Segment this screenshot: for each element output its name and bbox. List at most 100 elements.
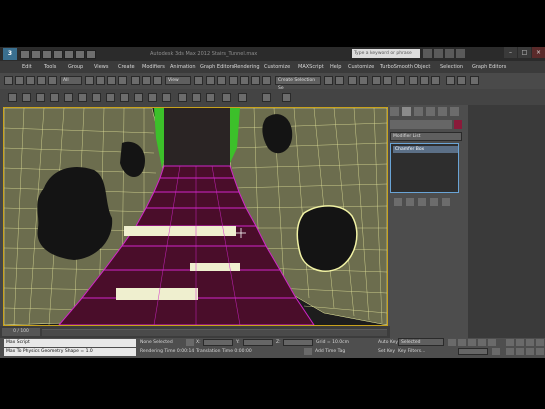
previous-frame-icon[interactable] bbox=[458, 339, 466, 346]
go-to-end-icon[interactable] bbox=[206, 93, 215, 102]
undo-icon[interactable] bbox=[4, 76, 13, 85]
teapot-icon[interactable] bbox=[120, 93, 129, 102]
maximize-button[interactable]: □ bbox=[518, 47, 531, 58]
arc-rotate-icon[interactable] bbox=[282, 93, 291, 102]
menu-graph-editors[interactable]: Graph Editors bbox=[200, 61, 234, 73]
timeline-track[interactable] bbox=[42, 329, 387, 336]
help-icon[interactable] bbox=[470, 76, 479, 85]
maximize-viewport-icon[interactable] bbox=[106, 93, 115, 102]
pan-icon[interactable] bbox=[8, 93, 17, 102]
zoom-region-icon[interactable] bbox=[238, 93, 247, 102]
play-animation-icon[interactable] bbox=[468, 339, 476, 346]
time-tag-icon[interactable] bbox=[304, 348, 312, 355]
scene-explorer-icon[interactable] bbox=[457, 76, 466, 85]
rendered-frame-window-icon[interactable] bbox=[420, 76, 429, 85]
go-to-end-icon[interactable] bbox=[488, 339, 496, 346]
menu-edit[interactable]: Edit bbox=[22, 61, 32, 73]
menu-animation[interactable]: Animation bbox=[170, 61, 196, 73]
z-coordinate-field[interactable] bbox=[283, 339, 313, 346]
menu-maxscript[interactable]: MAXScript bbox=[298, 61, 324, 73]
maximize-viewport-toggle-icon[interactable] bbox=[536, 348, 544, 355]
snaps-toggle-icon[interactable] bbox=[229, 76, 238, 85]
time-configuration-icon[interactable] bbox=[492, 348, 500, 355]
menu-object[interactable]: Object bbox=[414, 61, 430, 73]
menu-create[interactable]: Create bbox=[118, 61, 135, 73]
unlink-icon[interactable] bbox=[37, 76, 46, 85]
rotate-icon[interactable] bbox=[142, 76, 151, 85]
spinner-snap-icon[interactable] bbox=[262, 76, 271, 85]
window-crossing-icon[interactable] bbox=[118, 76, 127, 85]
menu-turbosmooth[interactable]: TurboSmooth bbox=[380, 61, 413, 73]
close-button[interactable]: × bbox=[532, 47, 545, 58]
scale-icon[interactable] bbox=[153, 76, 162, 85]
redo-icon[interactable] bbox=[15, 76, 24, 85]
redo-icon[interactable] bbox=[64, 50, 74, 59]
fetch-icon[interactable] bbox=[86, 50, 96, 59]
help-icon[interactable] bbox=[456, 49, 465, 58]
walk-through-icon[interactable] bbox=[92, 93, 101, 102]
search-icon[interactable] bbox=[423, 49, 432, 58]
go-to-start-icon[interactable] bbox=[448, 339, 456, 346]
named-selection-dropdown[interactable]: Create Selection Se bbox=[275, 76, 321, 91]
align-icon[interactable] bbox=[335, 76, 344, 85]
maxscript-listener-line2[interactable]: Max To Physics Geometry Shape = 1.0 bbox=[4, 348, 136, 356]
zoom-all-viewports-icon[interactable] bbox=[516, 339, 524, 346]
field-of-view-icon[interactable] bbox=[506, 348, 514, 355]
motion-tab-icon[interactable] bbox=[426, 107, 435, 116]
render-production-icon[interactable] bbox=[431, 76, 440, 85]
percent-snap-icon[interactable] bbox=[251, 76, 260, 85]
add-time-tag[interactable]: Add Time Tag bbox=[315, 348, 345, 356]
app-logo[interactable]: 3 bbox=[3, 48, 17, 60]
material-icon[interactable] bbox=[134, 93, 143, 102]
orbit-icon[interactable] bbox=[78, 93, 87, 102]
zoom-viewport-icon[interactable] bbox=[506, 339, 514, 346]
time-slider[interactable]: 0 / 100 bbox=[2, 328, 40, 336]
menu-help[interactable]: Help bbox=[330, 61, 341, 73]
pin-stack-icon[interactable] bbox=[394, 198, 402, 206]
open-file-icon[interactable] bbox=[31, 50, 41, 59]
pan-view-icon[interactable] bbox=[516, 348, 524, 355]
menu-customize-2[interactable]: Customize bbox=[348, 61, 374, 73]
current-frame-field[interactable] bbox=[458, 348, 488, 355]
menu-tools[interactable]: Tools bbox=[44, 61, 56, 73]
menu-group[interactable]: Group bbox=[68, 61, 83, 73]
save-file-icon[interactable] bbox=[42, 50, 52, 59]
pivot-center-icon[interactable] bbox=[194, 76, 203, 85]
configure-modifier-sets-icon[interactable] bbox=[442, 198, 450, 206]
undo-icon[interactable] bbox=[53, 50, 63, 59]
zoom-icon[interactable] bbox=[22, 93, 31, 102]
orbit-icon[interactable] bbox=[526, 348, 534, 355]
remove-modifier-icon[interactable] bbox=[430, 198, 438, 206]
menu-selection[interactable]: Selection bbox=[440, 61, 463, 73]
layer-manager-icon[interactable] bbox=[348, 76, 357, 85]
make-unique-icon[interactable] bbox=[418, 198, 426, 206]
perspective-viewport[interactable] bbox=[3, 107, 388, 326]
hold-icon[interactable] bbox=[75, 50, 85, 59]
select-manipulate-icon[interactable] bbox=[206, 76, 215, 85]
play-icon[interactable] bbox=[192, 93, 201, 102]
lights-icon[interactable] bbox=[148, 93, 157, 102]
go-to-start-icon[interactable] bbox=[178, 93, 187, 102]
modify-tab-icon[interactable] bbox=[402, 107, 411, 116]
mirror-icon[interactable] bbox=[324, 76, 333, 85]
object-name-field[interactable] bbox=[390, 120, 452, 129]
schematic-view-icon[interactable] bbox=[383, 76, 392, 85]
selection-filter-dropdown[interactable]: All bbox=[60, 76, 82, 85]
move-icon[interactable] bbox=[131, 76, 140, 85]
hierarchy-tab-icon[interactable] bbox=[414, 107, 423, 116]
modifier-list-dropdown[interactable]: Modifier List bbox=[390, 132, 462, 141]
time-config-icon[interactable] bbox=[222, 93, 231, 102]
select-link-icon[interactable] bbox=[26, 76, 35, 85]
bind-space-warp-icon[interactable] bbox=[48, 76, 57, 85]
search-input[interactable]: Type a keyword or phrase bbox=[352, 49, 420, 58]
hand-icon[interactable] bbox=[262, 93, 271, 102]
field-of-view-icon[interactable] bbox=[64, 93, 73, 102]
menu-modifiers[interactable]: Modifiers bbox=[142, 61, 165, 73]
zoom-extents-icon[interactable] bbox=[526, 339, 534, 346]
new-file-icon[interactable] bbox=[20, 50, 30, 59]
menu-views[interactable]: Views bbox=[94, 61, 108, 73]
select-by-name-icon[interactable] bbox=[96, 76, 105, 85]
menu-customize[interactable]: Customize bbox=[264, 61, 290, 73]
display-tab-icon[interactable] bbox=[438, 107, 447, 116]
maxscript-listener-line1[interactable]: Max Script bbox=[4, 339, 136, 347]
